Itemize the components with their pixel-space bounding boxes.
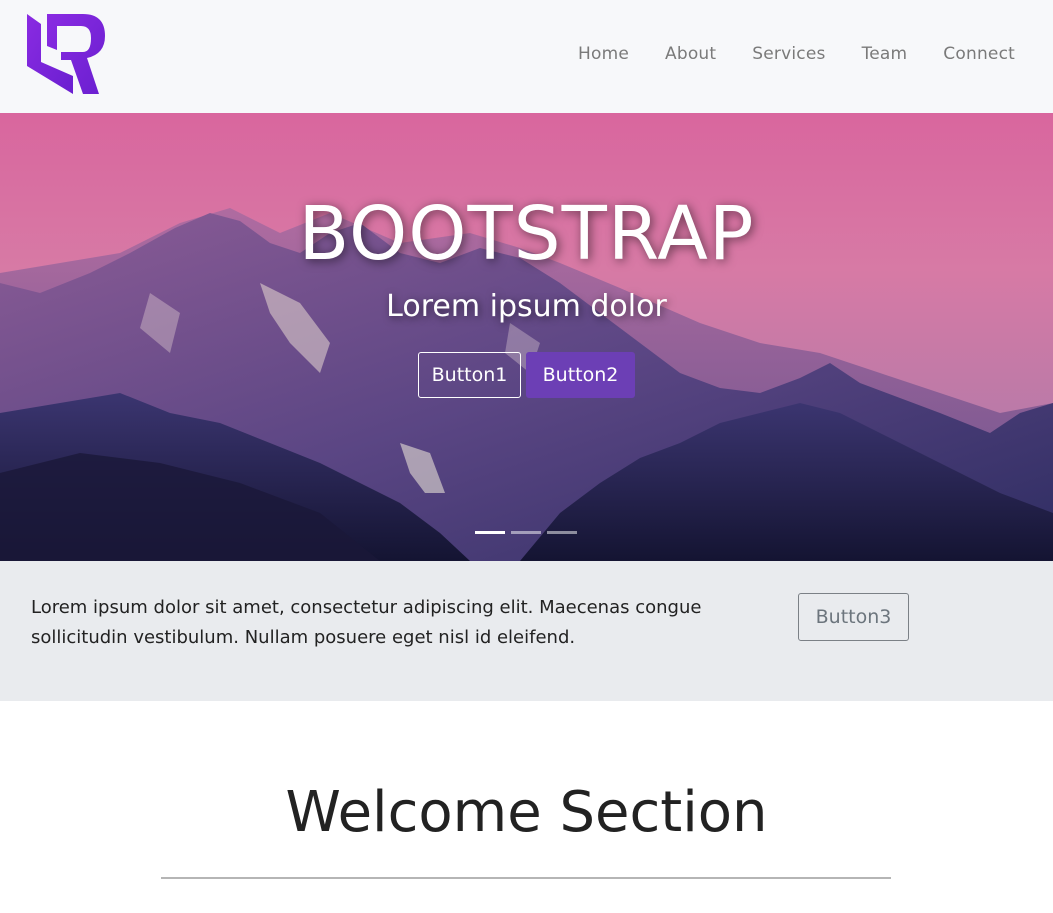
nav-item-connect[interactable]: Connect (943, 44, 1015, 64)
button1[interactable]: Button1 (418, 352, 521, 398)
info-text: Lorem ipsum dolor sit amet, consectetur … (31, 597, 702, 648)
hero-subtitle: Lorem ipsum dolor (386, 289, 667, 324)
carousel-indicator-1[interactable] (475, 531, 505, 534)
welcome-section-title: Welcome Section (285, 780, 768, 845)
carousel-indicator-2[interactable] (511, 531, 541, 534)
hero-title: BOOTSTRAP (298, 191, 755, 277)
nav-item-services[interactable]: Services (752, 44, 825, 64)
mountain-background-image (0, 113, 1053, 561)
carousel-indicator-3[interactable] (547, 531, 577, 534)
button2[interactable]: Button2 (526, 352, 635, 398)
section-divider (161, 877, 891, 879)
nav-menu: Home About Services Team Connect (542, 40, 1015, 68)
button3[interactable]: Button3 (798, 593, 909, 641)
info-strip: Lorem ipsum dolor sit amet, consectetur … (0, 561, 1053, 701)
hero-button-group: Button1 Button2 (0, 352, 1053, 398)
nav-item-team[interactable]: Team (862, 44, 908, 64)
nav-item-about[interactable]: About (665, 44, 716, 64)
nav-item-home[interactable]: Home (578, 44, 629, 64)
hero-carousel: BOOTSTRAP Lorem ipsum dolor Button1 Butt… (0, 113, 1053, 561)
carousel-indicators (475, 531, 583, 534)
navbar: Home About Services Team Connect (0, 0, 1053, 113)
brand-logo[interactable] (27, 14, 107, 96)
